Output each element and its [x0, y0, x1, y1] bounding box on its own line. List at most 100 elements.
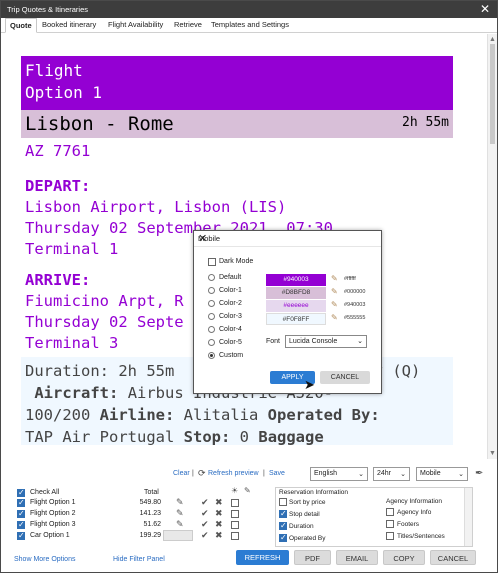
clear-link[interactable]: Clear: [173, 470, 190, 477]
operated-by-checkbox[interactable]: [279, 533, 287, 542]
scroll-thumb[interactable]: [490, 44, 495, 144]
language-select[interactable]: English ⌄: [310, 467, 368, 481]
edit-pencil-icon[interactable]: ✎: [331, 287, 338, 296]
radio-color-1[interactable]: [208, 287, 215, 294]
row-checkbox[interactable]: [17, 509, 25, 518]
aircraft-label: Aircraft:: [34, 384, 119, 402]
agency-title: Agency Information: [386, 498, 443, 505]
hide-filter-panel-link[interactable]: Hide Filter Panel: [113, 556, 165, 563]
swatch-route-color[interactable]: #D8BFD8: [266, 287, 326, 299]
email-button[interactable]: EMAIL: [336, 550, 378, 565]
show-more-options-link[interactable]: Show More Options: [14, 556, 75, 563]
duration-checkbox[interactable]: [279, 521, 287, 530]
device-select[interactable]: Mobile ⌄: [416, 467, 468, 481]
refresh-preview-link[interactable]: Refresh preview: [208, 470, 259, 477]
row-checkbox[interactable]: [17, 531, 25, 540]
titles-checkbox[interactable]: [386, 532, 394, 540]
row-checkbox[interactable]: [17, 498, 25, 507]
reservation-scrollbar[interactable]: [464, 488, 472, 546]
check-icon[interactable]: ✔: [201, 519, 209, 530]
delete-icon[interactable]: ✖: [215, 530, 223, 541]
swatch-text-hex: #000000: [344, 289, 366, 295]
font-select[interactable]: Lucida Console ⌄: [285, 335, 367, 348]
sort-by-price-checkbox[interactable]: [279, 498, 287, 506]
scroll-down-icon[interactable]: ▼: [489, 450, 496, 457]
edit-pencil-icon[interactable]: ✎: [331, 274, 338, 283]
swatch-duration-color[interactable]: #F0F8FF: [266, 313, 326, 325]
refresh-icon[interactable]: ⟳: [198, 468, 206, 479]
save-link[interactable]: Save: [269, 470, 285, 477]
time-format-select[interactable]: 24hr ⌄: [373, 467, 410, 481]
agency-info-label: Agency Info: [397, 509, 432, 516]
row-checkbox[interactable]: [17, 520, 25, 529]
check-icon[interactable]: ✔: [201, 508, 209, 519]
operated-label: Operated By:: [267, 406, 380, 424]
divider: |: [192, 470, 194, 477]
delete-icon[interactable]: ✖: [215, 519, 223, 530]
radio-color-4[interactable]: [208, 326, 215, 333]
agency-info-checkbox[interactable]: [386, 508, 394, 516]
row-option-checkbox[interactable]: [231, 510, 239, 518]
tab-templates-settings[interactable]: Templates and Settings: [207, 18, 293, 33]
stop-detail-label: Stop detail: [289, 511, 320, 518]
sun-icon: ☀: [231, 486, 239, 495]
pdf-button[interactable]: PDF: [294, 550, 331, 565]
tab-retrieve[interactable]: Retrieve: [170, 18, 206, 33]
reservation-panel: Reservation Information Sort by price St…: [275, 487, 473, 547]
swatch-text-hex: #940003: [344, 302, 366, 308]
cancel-button[interactable]: CANCEL: [430, 550, 476, 565]
tab-bar: Quote Booked itinerary Flight Availabili…: [1, 18, 497, 33]
check-icon[interactable]: ✔: [201, 530, 209, 541]
close-icon[interactable]: ✕: [480, 2, 490, 16]
divider: |: [263, 470, 265, 477]
trip-quotes-window: Trip Quotes & Itineraries ✕ Quote Booked…: [0, 0, 498, 573]
swatch-band-color[interactable]: #940003: [266, 274, 326, 286]
stop-value: 0: [239, 428, 250, 446]
chevron-down-icon: ⌄: [358, 471, 364, 478]
dialog-close-icon[interactable]: ✕: [198, 232, 376, 245]
scroll-up-icon[interactable]: ▲: [489, 36, 496, 43]
edit-pencil-icon[interactable]: ✎: [176, 519, 184, 530]
tab-booked-itinerary[interactable]: Booked itinerary: [38, 18, 100, 33]
copy-button[interactable]: COPY: [383, 550, 425, 565]
eyedropper-icon[interactable]: ✒: [475, 468, 483, 479]
row-total: 549.80: [139, 499, 161, 506]
radio-color-5[interactable]: [208, 339, 215, 346]
delete-icon[interactable]: ✖: [215, 508, 223, 519]
chevron-down-icon: ⌄: [357, 338, 363, 345]
time-format-value: 24hr: [377, 470, 392, 477]
refresh-button[interactable]: REFRESH: [236, 550, 289, 565]
check-icon[interactable]: ✔: [201, 497, 209, 508]
dark-mode-checkbox[interactable]: [208, 258, 216, 266]
dialog-title-bar: Mobile ✕: [194, 231, 381, 247]
tab-flight-availability[interactable]: Flight Availability: [104, 18, 167, 33]
chevron-down-icon: ⌄: [458, 471, 464, 478]
radio-color-2[interactable]: [208, 300, 215, 307]
operated-by-label: Operated By: [289, 535, 326, 542]
row-option-checkbox[interactable]: [231, 521, 239, 529]
radio-color-3[interactable]: [208, 313, 215, 320]
radio-custom[interactable]: [208, 352, 215, 359]
stop-detail-checkbox[interactable]: [279, 509, 287, 518]
row-option-checkbox[interactable]: [231, 532, 239, 540]
delete-icon[interactable]: ✖: [215, 497, 223, 508]
chevron-down-icon: ⌄: [400, 471, 406, 478]
footers-checkbox[interactable]: [386, 520, 394, 528]
edit-pencil-icon[interactable]: ✎: [176, 508, 184, 519]
edit-pencil-icon[interactable]: ✎: [176, 497, 184, 508]
check-all-checkbox[interactable]: [17, 488, 25, 497]
radio-default[interactable]: [208, 274, 215, 281]
radio-default-label: Default: [219, 274, 242, 281]
row-option-checkbox[interactable]: [231, 499, 239, 507]
edit-pencil-icon[interactable]: ✎: [331, 300, 338, 309]
row-total: 51.62: [143, 521, 161, 528]
route-band: Lisbon - Rome 2h 55m: [21, 110, 453, 138]
radio-color-3-label: Color-3: [219, 313, 242, 320]
preview-scrollbar[interactable]: ▲ ▼: [487, 34, 497, 459]
row-total: 199.29: [139, 532, 161, 539]
tab-quote[interactable]: Quote: [5, 18, 37, 33]
edit-pencil-icon[interactable]: ✎: [331, 313, 338, 322]
swatch-body-color[interactable]: #eeeeee: [266, 300, 326, 312]
swatch-text-hex: #ffffff: [344, 276, 356, 282]
dialog-cancel-button[interactable]: CANCEL: [320, 371, 370, 384]
